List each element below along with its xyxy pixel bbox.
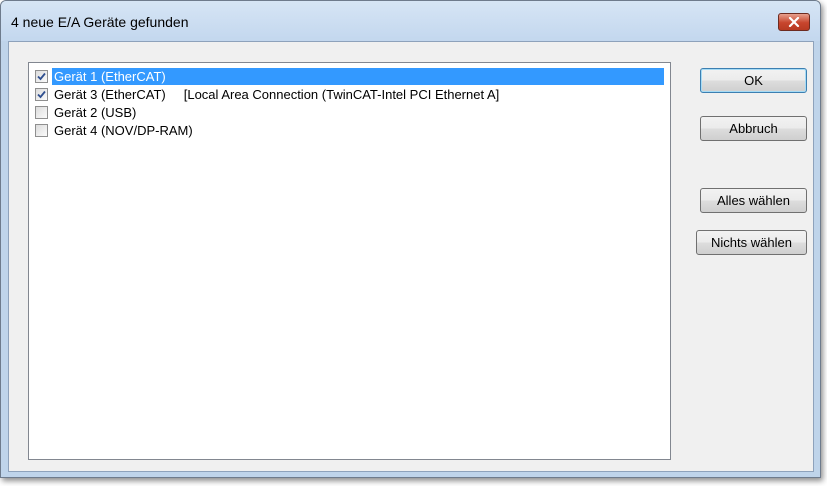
list-item-device-1[interactable]: Gerät 1 (EtherCAT) (35, 67, 664, 85)
dialog-body: Gerät 1 (EtherCAT) Gerät 3 (EtherCAT) [L… (8, 41, 814, 472)
title-bar[interactable]: 4 neue E/A Geräte gefunden (1, 1, 820, 41)
list-item-device-2[interactable]: Gerät 2 (USB) (35, 103, 138, 121)
checkmark-icon (37, 90, 46, 98)
device-4-label[interactable]: Gerät 4 (NOV/DP-RAM) (52, 122, 195, 139)
select-none-button[interactable]: Nichts wählen (696, 230, 807, 255)
list-item-device-3[interactable]: Gerät 3 (EtherCAT) [Local Area Connectio… (35, 85, 501, 103)
device-3-label[interactable]: Gerät 3 (EtherCAT) (52, 86, 168, 103)
device-2-checkbox[interactable] (35, 105, 48, 119)
device-1-checkbox[interactable] (35, 69, 48, 83)
device-1-label[interactable]: Gerät 1 (EtherCAT) (52, 67, 664, 85)
dialog-window: 4 neue E/A Geräte gefunden Gerät 1 (Ethe… (0, 0, 821, 478)
device-4-checkbox[interactable] (35, 123, 48, 137)
device-3-checkbox[interactable] (35, 87, 48, 101)
dialog-title: 4 neue E/A Geräte gefunden (11, 14, 189, 30)
device-3-detail: [Local Area Connection (TwinCAT-Intel PC… (183, 86, 500, 102)
close-button[interactable] (778, 13, 810, 31)
select-all-button[interactable]: Alles wählen (700, 188, 807, 213)
list-item-device-4[interactable]: Gerät 4 (NOV/DP-RAM) (35, 121, 195, 139)
cancel-button[interactable]: Abbruch (700, 116, 807, 141)
ok-button[interactable]: OK (700, 68, 807, 93)
device-list[interactable]: Gerät 1 (EtherCAT) Gerät 3 (EtherCAT) [L… (28, 62, 671, 460)
checkmark-icon (37, 72, 46, 80)
device-2-label[interactable]: Gerät 2 (USB) (52, 104, 138, 121)
close-icon (788, 17, 800, 27)
